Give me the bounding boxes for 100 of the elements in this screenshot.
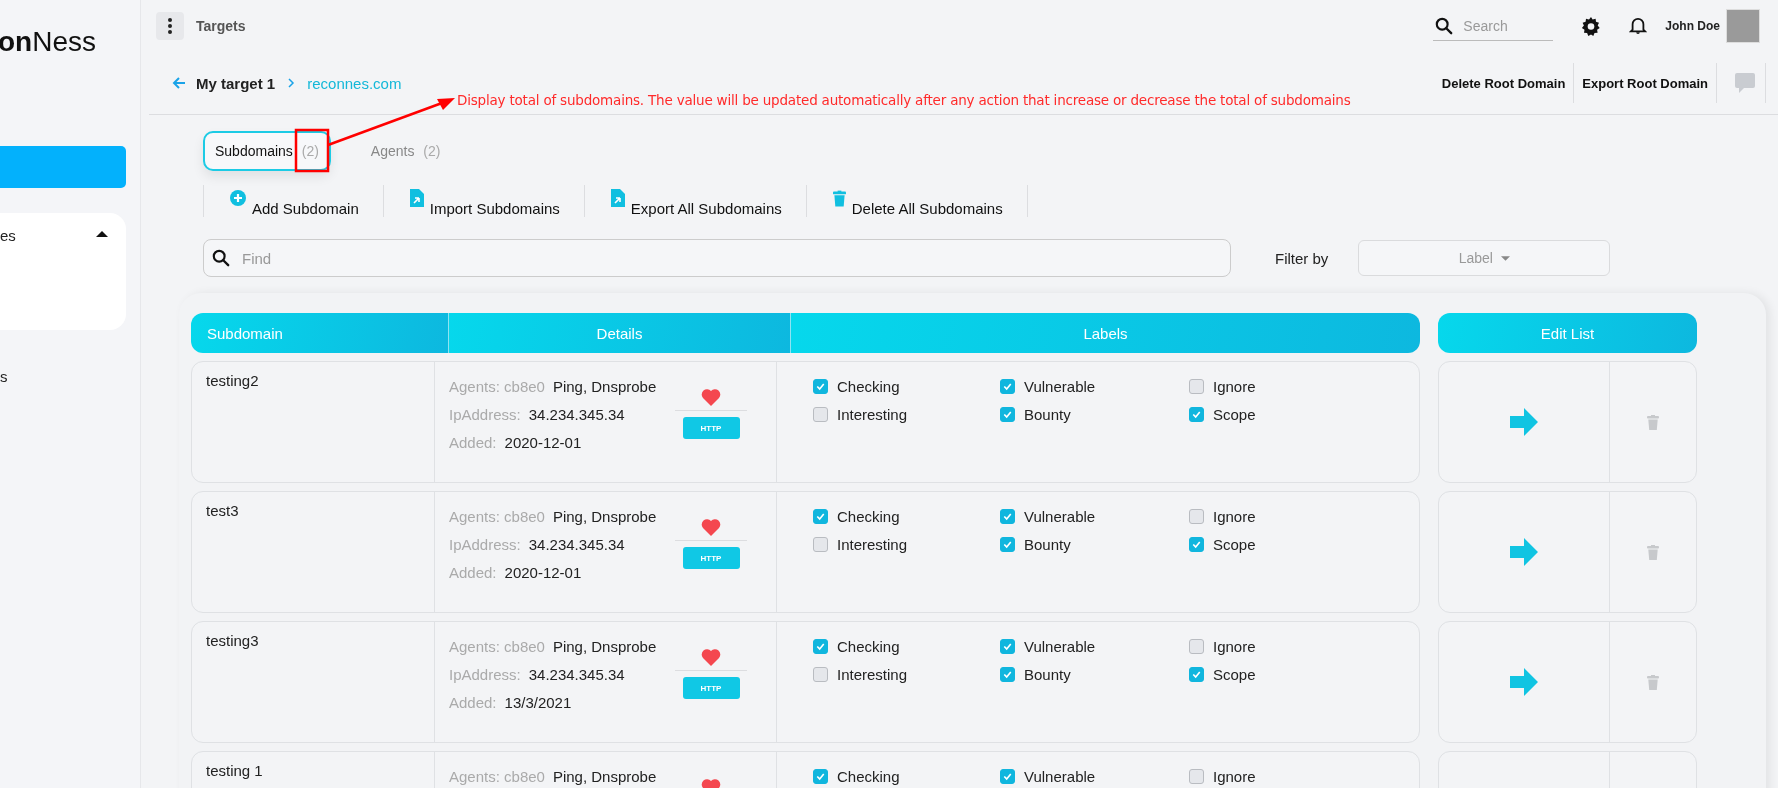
detail-label: Agents: cb8e0: [449, 767, 545, 785]
file-icon: [409, 189, 424, 207]
annotation-text: Display total of subdomains. The value will be updated automatically after any action that increase or decrease the total of subdomains: [457, 92, 1351, 108]
checkbox[interactable]: [1000, 406, 1015, 422]
label-name: Checking: [837, 377, 900, 395]
checkbox[interactable]: [1000, 666, 1015, 682]
arrow-right-icon[interactable]: [1510, 668, 1538, 696]
label-name: Scope: [1213, 535, 1256, 553]
label-name: Checking: [837, 507, 900, 525]
label-name: Interesting: [837, 405, 908, 423]
checkbox[interactable]: [1189, 536, 1204, 552]
detail-value: 34.234.345.34: [528, 405, 625, 423]
action-button[interactable]: Delete Root Domain: [1433, 63, 1575, 103]
trash-icon[interactable]: [1647, 674, 1659, 690]
page-title: Targets: [196, 18, 246, 34]
checkbox[interactable]: [1189, 638, 1204, 654]
checkbox[interactable]: [1189, 768, 1204, 784]
label-name: Bounty: [1024, 535, 1071, 553]
checkbox[interactable]: [1000, 638, 1015, 654]
label-name: Checking: [837, 767, 900, 785]
subdomain-name: testing3: [206, 632, 259, 649]
label-name: Vulnerable: [1024, 507, 1096, 525]
subdomain-name: test3: [206, 502, 239, 519]
label-name: Scope: [1213, 665, 1256, 683]
trash-icon[interactable]: [1647, 544, 1659, 560]
checkbox[interactable]: [1189, 406, 1204, 422]
heart-icon[interactable]: [701, 518, 721, 536]
detail-label: Agents: cb8e0: [449, 637, 545, 655]
column-header: Subdomain: [191, 313, 449, 353]
toolbar-button[interactable]: Delete All Subdomains: [806, 185, 1028, 217]
menu-button[interactable]: [156, 12, 184, 40]
checkbox[interactable]: [813, 666, 828, 682]
checkbox[interactable]: [1000, 768, 1015, 784]
label-name: Scope: [1213, 405, 1256, 423]
heart-icon[interactable]: [701, 648, 721, 666]
label-name: Interesting: [837, 665, 908, 683]
detail-value: Ping, Dnsprobe: [552, 377, 657, 395]
bell-icon[interactable]: [1629, 17, 1648, 35]
tab[interactable]: Subdomains (2): [203, 131, 331, 171]
label-name: Ignore: [1213, 377, 1256, 395]
action-button[interactable]: Export Root Domain: [1574, 63, 1717, 103]
toolbar-button[interactable]: Add Subdomain: [204, 185, 384, 217]
back-arrow-icon[interactable]: [172, 76, 186, 90]
detail-label: IpAddress:: [449, 665, 521, 683]
highlight-rectangle: [294, 128, 330, 173]
caret-icon: [1500, 255, 1510, 261]
arrow-right-icon[interactable]: [1510, 408, 1538, 436]
checkbox[interactable]: [813, 768, 828, 784]
search-field[interactable]: Search: [1433, 11, 1554, 41]
user-name[interactable]: John Doe: [1665, 19, 1720, 33]
detail-label: Agents: cb8e0: [449, 377, 545, 395]
filter-label: Filter by: [1275, 249, 1329, 267]
detail-label: Added:: [449, 693, 497, 711]
checkbox[interactable]: [1000, 508, 1015, 524]
checkbox[interactable]: [813, 536, 828, 552]
toolbar-button[interactable]: Import Subdomains: [383, 185, 585, 217]
checkbox[interactable]: [1189, 666, 1204, 682]
label-name: Checking: [837, 637, 900, 655]
detail-label: IpAddress:: [449, 405, 521, 423]
caret-icon[interactable]: [96, 231, 108, 237]
nav-item[interactable]: s: [0, 368, 8, 385]
detail-label: Added:: [449, 563, 497, 581]
subdomain-name: testing2: [206, 372, 259, 389]
checkbox[interactable]: [813, 406, 828, 422]
label-name: Ignore: [1213, 507, 1256, 525]
label-name: Vulnerable: [1024, 767, 1096, 785]
detail-value: Ping, Dnsprobe: [552, 637, 657, 655]
subdomain-name: testing 1: [206, 762, 263, 779]
detail-label: IpAddress:: [449, 535, 521, 553]
file-icon: [610, 189, 625, 207]
protocol-badge: HTTP: [682, 417, 740, 439]
trash-icon[interactable]: [1647, 414, 1659, 430]
settings-icon[interactable]: [1581, 16, 1602, 36]
detail-value: 34.234.345.34: [528, 665, 625, 683]
checkbox[interactable]: [1189, 508, 1204, 524]
chevron-icon: [287, 78, 296, 88]
column-header: Edit List: [1438, 313, 1697, 353]
breadcrumb-current: My target 1: [196, 74, 276, 92]
detail-label: Added:: [449, 433, 497, 451]
label-name: Bounty: [1024, 665, 1071, 683]
label-name: Vulnerable: [1024, 377, 1096, 395]
label-name: Bounty: [1024, 405, 1071, 423]
toolbar-button[interactable]: Export All Subdomains: [584, 185, 807, 217]
detail-value: 2020-12-01: [504, 563, 582, 581]
find-field[interactable]: Find: [203, 239, 1231, 277]
checkbox[interactable]: [1000, 378, 1015, 394]
label-name: Ignore: [1213, 767, 1256, 785]
checkbox[interactable]: [813, 638, 828, 654]
checkbox[interactable]: [813, 508, 828, 524]
avatar-placeholder[interactable]: [1726, 9, 1760, 43]
checkbox[interactable]: [813, 378, 828, 394]
protocol-badge: HTTP: [682, 547, 740, 569]
heart-icon[interactable]: [701, 388, 721, 406]
checkbox[interactable]: [1000, 536, 1015, 552]
detail-value: 13/3/2021: [504, 693, 572, 711]
nav-group-label[interactable]: es: [0, 227, 16, 244]
add-icon: [230, 190, 246, 206]
checkbox[interactable]: [1189, 378, 1204, 394]
detail-label: Agents: cb8e0: [449, 507, 545, 525]
arrow-right-icon[interactable]: [1510, 538, 1538, 566]
